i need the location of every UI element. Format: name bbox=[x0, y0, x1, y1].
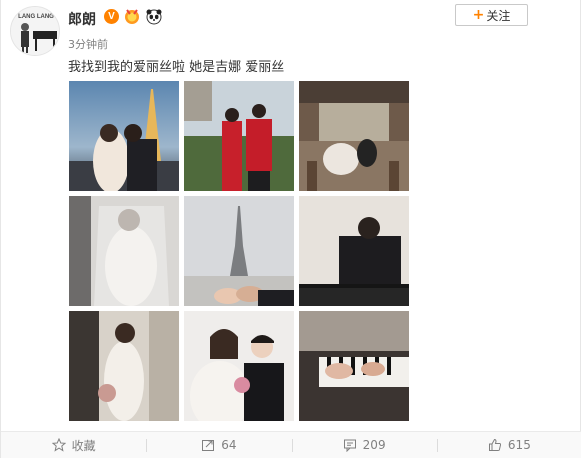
favorite-button[interactable]: 收藏 bbox=[1, 432, 146, 458]
favorite-label: 收藏 bbox=[71, 438, 96, 453]
username[interactable]: 郎朗 bbox=[68, 9, 96, 29]
post-footer: 收藏 64 209 615 bbox=[1, 431, 581, 458]
share-icon bbox=[202, 440, 215, 451]
like-count: 615 bbox=[507, 438, 531, 452]
photo-1[interactable] bbox=[69, 81, 179, 191]
svg-text:LANG LANG: LANG LANG bbox=[18, 14, 54, 20]
post-text: 我找到我的爱丽丝啦 她是吉娜 爱丽丝 bbox=[68, 60, 285, 75]
photo-7[interactable] bbox=[69, 311, 179, 421]
post-time[interactable]: 3分钟前 bbox=[68, 36, 108, 52]
repost-count: 64 bbox=[221, 438, 237, 452]
photo-8[interactable] bbox=[184, 311, 294, 421]
user-badges: V bbox=[104, 8, 163, 25]
photo-6[interactable] bbox=[299, 196, 409, 306]
photo-grid bbox=[69, 81, 409, 421]
photo-3[interactable] bbox=[299, 81, 409, 191]
repost-button[interactable]: 64 bbox=[146, 432, 291, 458]
photo-4[interactable] bbox=[69, 196, 179, 306]
weibo-post-card: LANG LANG 郎朗 V 3分钟前 + 关注 我找到我的爱丽丝啦 她是吉娜 … bbox=[0, 0, 581, 458]
photo-9[interactable] bbox=[299, 311, 409, 421]
star-icon bbox=[51, 438, 66, 452]
verified-badge-icon[interactable]: V bbox=[104, 9, 119, 24]
panda-badge-icon[interactable] bbox=[145, 8, 163, 25]
photo-5[interactable] bbox=[184, 196, 294, 306]
comment-button[interactable]: 209 bbox=[291, 432, 437, 458]
like-button[interactable]: 615 bbox=[436, 432, 581, 458]
plus-icon: + bbox=[472, 7, 485, 23]
user-avatar[interactable]: LANG LANG bbox=[10, 6, 60, 56]
photo-2[interactable] bbox=[184, 81, 294, 191]
follow-label: 关注 bbox=[486, 8, 511, 23]
thumbs-up-icon bbox=[488, 438, 502, 451]
comment-count: 209 bbox=[362, 438, 386, 452]
comment-icon bbox=[343, 439, 356, 452]
follow-button[interactable]: + 关注 bbox=[455, 4, 528, 26]
medal-badge-icon[interactable] bbox=[123, 8, 141, 25]
